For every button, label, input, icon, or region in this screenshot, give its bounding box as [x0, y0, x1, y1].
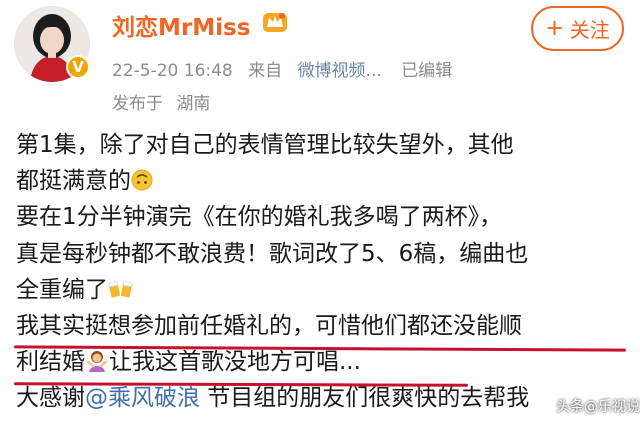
verified-badge-text: V [72, 58, 84, 76]
content-text: 都挺满意的 [16, 168, 131, 195]
crown-icon [263, 13, 287, 32]
source-prefix: 来自 [248, 61, 283, 81]
content-text: 大感谢 [16, 385, 85, 412]
post-source-link[interactable]: 微博视频... [298, 61, 382, 81]
follow-button-label: 关注 [569, 18, 610, 42]
watermark: 头条@乐视说 [556, 399, 640, 415]
upside-down-face-icon [131, 169, 153, 191]
edited-label[interactable]: 已编辑 [401, 61, 452, 81]
weibo-post-screenshot: V 刘恋MrMiss + 关注 22-5-20 16:48 来自 微博视频...… [0, 0, 640, 427]
content-line: 要在1分半钟演完《在你的婚礼我多喝了两杯》， [16, 204, 503, 231]
beer-cheers-icon [108, 280, 133, 298]
content-line: 我其实挺想参加前任婚礼的，可惜他们都还没能顺 [16, 312, 522, 339]
content-text: 利结婚 [16, 349, 85, 376]
content-line: 都挺满意的 [16, 163, 632, 199]
mention-link[interactable]: @乘风破浪 [85, 385, 200, 411]
location-place: 湖南 [176, 94, 211, 114]
username[interactable]: 刘恋MrMiss [112, 8, 250, 42]
verified-badge-icon: V [66, 55, 90, 79]
content-text: 节目组的朋友们很爽快的去帮我 [200, 385, 530, 412]
content-line: 真是每秒钟都不敢浪费！歌词改了5、6稿，编曲也 [16, 240, 529, 267]
location-prefix: 发布于 [112, 94, 163, 114]
post-timestamp: 22-5-20 16:48 [112, 61, 233, 81]
follow-button[interactable]: + 关注 [531, 6, 624, 51]
content-text: 全重编了 [16, 276, 108, 303]
content-line: 第1集，除了对自己的表情管理比较失望外，其他 [16, 132, 514, 158]
post-meta: 22-5-20 16:48 来自 微博视频... 已编辑 [112, 56, 462, 81]
post-location: 发布于 湖南 [112, 89, 218, 114]
content-text: 让我这首歌没地方可唱... [109, 349, 361, 376]
person-gesturing-icon [86, 351, 108, 373]
content-line: 全重编了 [16, 272, 632, 308]
plus-icon: + [545, 16, 564, 41]
post-content: 第1集，除了对自己的表情管理比较失望外，其他 都挺满意的 要在1分半钟演完《在你… [16, 127, 632, 417]
